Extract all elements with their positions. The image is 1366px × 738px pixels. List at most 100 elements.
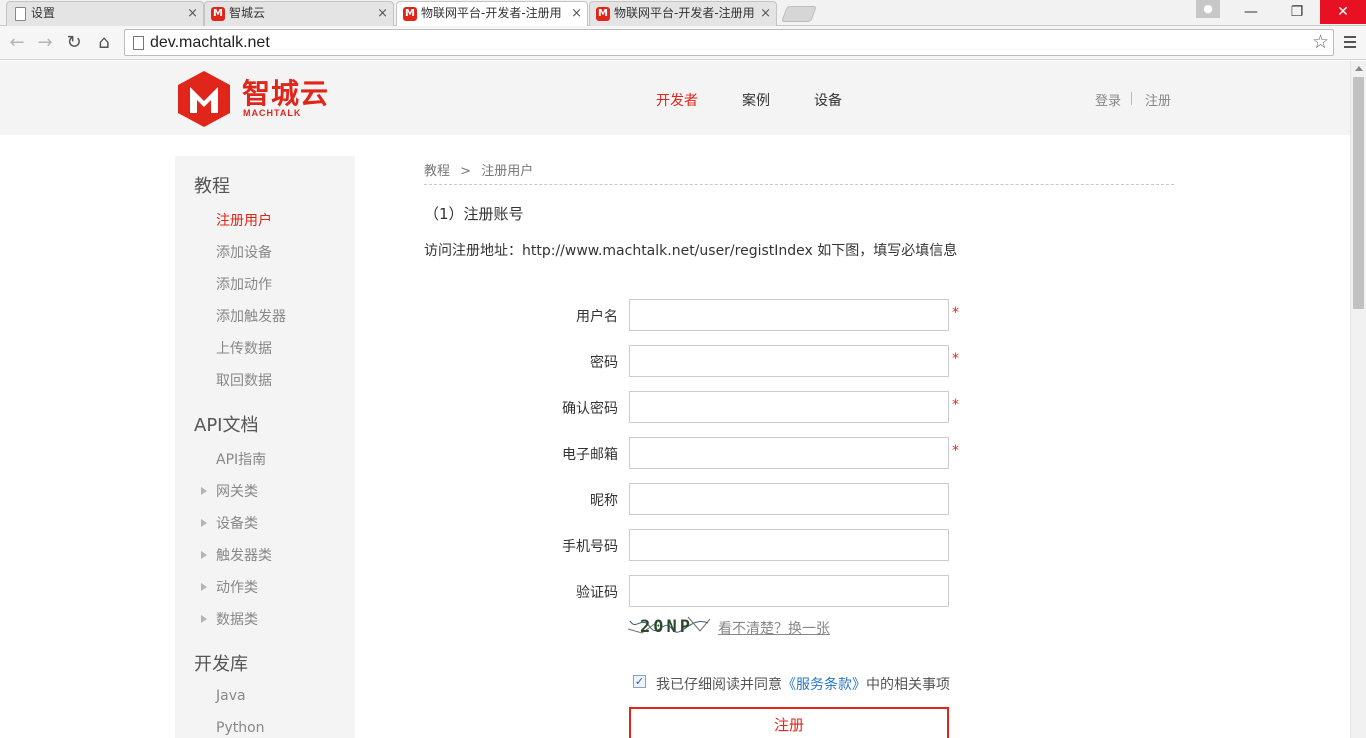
expand-triangle-icon[interactable] <box>201 519 207 527</box>
phone-input[interactable] <box>629 529 949 561</box>
breadcrumb-separator: > <box>460 164 472 179</box>
machtalk-logo-icon[interactable] <box>175 70 233 128</box>
docs-sidebar: 教程 注册用户 添加设备 添加动作 添加触发器 上传数据 取回数据 API文档 … <box>175 156 355 738</box>
sidebar-item-data[interactable]: 数据类 <box>216 609 258 629</box>
nav-cases[interactable]: 案例 <box>742 90 770 110</box>
sidebar-item-device[interactable]: 设备类 <box>216 513 258 533</box>
browser-tab-machtalk[interactable]: M 智城云 × <box>204 1 394 26</box>
site-header: 智城云 MACHTALK 开发者 案例 设备 登录 注册 <box>0 61 1350 135</box>
terms-link[interactable]: 《服务条款》 <box>782 677 866 693</box>
breadcrumb-tutorial[interactable]: 教程 <box>424 164 450 179</box>
required-mark: * <box>952 397 959 413</box>
page-viewport: 智城云 MACHTALK 开发者 案例 设备 登录 注册 教程 注册用户 添加设… <box>0 61 1350 738</box>
description-text: 访问注册地址：http://www.machtalk.net/user/regi… <box>424 243 958 259</box>
agree-checkbox[interactable]: ✓ <box>633 675 646 688</box>
required-mark: * <box>952 443 959 459</box>
nav-developer[interactable]: 开发者 <box>656 90 698 110</box>
sidebar-item-add-action[interactable]: 添加动作 <box>216 274 272 294</box>
sidebar-item-gateway[interactable]: 网关类 <box>216 481 258 501</box>
back-arrow-icon[interactable]: ← <box>5 31 29 55</box>
user-profile-icon[interactable]: ● <box>1196 0 1220 18</box>
machtalk-favicon-icon: M <box>403 7 417 21</box>
sidebar-heading-libs: 开发库 <box>194 654 248 675</box>
agree-text: 我已仔细阅读并同意《服务条款》中的相关事项 <box>656 674 950 694</box>
password-label: 密码 <box>590 355 618 371</box>
breadcrumb-current: 注册用户 <box>481 164 534 179</box>
sidebar-item-add-trigger[interactable]: 添加触发器 <box>216 306 286 326</box>
machtalk-favicon-icon: M <box>211 7 225 21</box>
nickname-label: 昵称 <box>590 493 618 509</box>
reload-icon[interactable]: ↻ <box>62 31 86 55</box>
expand-triangle-icon[interactable] <box>201 615 207 623</box>
captcha-label: 验证码 <box>576 585 618 601</box>
tab-close-icon[interactable]: × <box>760 2 771 25</box>
confirm-password-label: 确认密码 <box>562 401 618 417</box>
email-label: 电子邮箱 <box>562 447 618 463</box>
logo-text-cn[interactable]: 智城云 <box>242 79 329 109</box>
forward-arrow-icon[interactable]: → <box>33 31 57 55</box>
sidebar-item-add-device[interactable]: 添加设备 <box>216 242 272 262</box>
auth-divider <box>1131 92 1132 105</box>
username-label: 用户名 <box>576 309 618 325</box>
browser-tab-settings[interactable]: 设置 × <box>6 1 204 26</box>
browser-tab-register[interactable]: M 物联网平台-开发者-注册用 × <box>589 1 777 26</box>
address-url[interactable]: dev.machtalk.net <box>150 30 270 55</box>
tab-title: 设置 <box>31 6 56 20</box>
tab-title: 智城云 <box>229 6 266 20</box>
new-tab-button[interactable] <box>781 6 817 22</box>
agree-suffix: 中的相关事项 <box>866 677 950 693</box>
register-submit-button[interactable]: 注册 <box>629 707 949 738</box>
page-icon <box>15 7 26 21</box>
captcha-input[interactable] <box>629 575 949 607</box>
captcha-image[interactable]: 20NP <box>628 611 710 639</box>
tab-title: 物联网平台-开发者-注册用 <box>421 6 562 20</box>
tab-close-icon[interactable]: × <box>377 2 388 25</box>
logo-text-en[interactable]: MACHTALK <box>243 108 301 118</box>
breadcrumb-divider <box>424 184 1174 185</box>
bookmark-star-icon[interactable]: ☆ <box>1312 31 1329 54</box>
home-icon[interactable]: ⌂ <box>92 31 116 55</box>
scrollbar-thumb[interactable] <box>1353 77 1364 309</box>
sidebar-item-upload-data[interactable]: 上传数据 <box>216 338 272 358</box>
tab-title: 物联网平台-开发者-注册用 <box>614 6 754 20</box>
browser-tabstrip: 设置 × M 智城云 × M 物联网平台-开发者-注册用 × M 物联网平台-开… <box>0 0 1366 27</box>
nav-devices[interactable]: 设备 <box>814 90 842 110</box>
sidebar-item-python[interactable]: Python <box>216 720 265 736</box>
required-mark: * <box>952 351 959 367</box>
expand-triangle-icon[interactable] <box>201 487 207 495</box>
login-link[interactable]: 登录 <box>1095 90 1121 109</box>
register-link[interactable]: 注册 <box>1145 90 1171 109</box>
nickname-input[interactable] <box>629 483 949 515</box>
expand-triangle-icon[interactable] <box>201 583 207 591</box>
browser-tab-register-active[interactable]: M 物联网平台-开发者-注册用 × <box>396 1 588 27</box>
sidebar-item-java[interactable]: Java <box>216 688 246 704</box>
sidebar-item-register-user[interactable]: 注册用户 <box>216 210 272 230</box>
required-mark: * <box>952 305 959 321</box>
minimize-button[interactable]: — <box>1228 0 1274 24</box>
address-bar[interactable]: dev.machtalk.net ☆ <box>124 29 1334 56</box>
expand-triangle-icon[interactable] <box>201 551 207 559</box>
sidebar-item-api-guide[interactable]: API指南 <box>216 449 266 469</box>
restore-button[interactable]: ❐ <box>1274 0 1320 24</box>
browser-toolbar: ← → ↻ ⌂ dev.machtalk.net ☆ <box>0 26 1366 60</box>
close-window-button[interactable]: ✕ <box>1320 0 1366 24</box>
sidebar-item-fetch-data[interactable]: 取回数据 <box>216 370 272 390</box>
confirm-password-input[interactable] <box>629 391 949 423</box>
sidebar-item-trigger[interactable]: 触发器类 <box>216 545 272 565</box>
password-input[interactable] <box>629 345 949 377</box>
captcha-refresh-link[interactable]: 看不清楚？换一张 <box>718 618 830 638</box>
sidebar-item-action[interactable]: 动作类 <box>216 577 258 597</box>
page-scrollbar[interactable] <box>1350 61 1366 738</box>
sidebar-heading-tutorial: 教程 <box>194 176 230 197</box>
section-title: （1）注册账号 <box>424 205 524 223</box>
page-icon <box>133 36 144 50</box>
captcha-text: 20NP <box>640 617 693 637</box>
scroll-up-arrow-icon[interactable] <box>1355 66 1363 71</box>
agree-prefix: 我已仔细阅读并同意 <box>656 677 782 693</box>
breadcrumb: 教程 > 注册用户 <box>424 160 539 179</box>
tab-close-icon[interactable]: × <box>571 2 582 25</box>
tab-close-icon[interactable]: × <box>187 2 198 25</box>
username-input[interactable] <box>629 299 949 331</box>
email-input[interactable] <box>629 437 949 469</box>
browser-menu-icon[interactable] <box>1340 33 1360 53</box>
